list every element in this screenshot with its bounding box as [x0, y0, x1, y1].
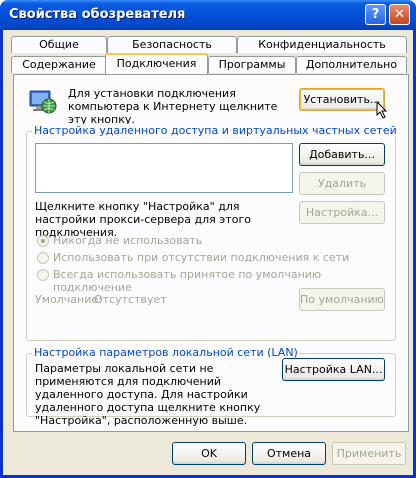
dialup-group-label: Настройка удаленного доступа и виртуальн… — [32, 124, 399, 137]
radio-always-dial-default[interactable] — [37, 269, 49, 281]
internet-options-window: Свойства обозревателя ? ✕ Общие Безопасн… — [0, 0, 416, 478]
window-title: Свойства обозревателя — [9, 7, 186, 22]
radio-dial-when-no-network-label: Использовать при отсутствии подключения … — [53, 251, 350, 264]
lan-settings-button[interactable]: Настройка LAN... — [282, 358, 385, 381]
connection-settings-button[interactable]: Настройка... — [299, 201, 385, 224]
add-connection-button[interactable]: Добавить... — [299, 143, 385, 166]
tab-general[interactable]: Общие — [11, 36, 107, 53]
mouse-cursor-icon — [376, 100, 388, 119]
tab-programs[interactable]: Программы — [208, 56, 296, 73]
close-button[interactable]: ✕ — [389, 4, 410, 25]
setup-description: Для установки подключения компьютера к И… — [68, 87, 278, 126]
radio-never-dial-label: Никогда не использовать — [53, 234, 203, 247]
default-connection-label: Умолчание: — [35, 293, 102, 306]
connections-panel: Для установки подключения компьютера к И… — [13, 74, 409, 432]
remove-connection-button[interactable]: Удалить — [299, 172, 385, 195]
tab-content[interactable]: Содержание — [11, 56, 107, 73]
apply-button[interactable]: Применить — [332, 442, 406, 465]
tab-connections[interactable]: Подключения — [105, 53, 208, 74]
title-bar[interactable]: Свойства обозревателя ? ✕ — [0, 0, 416, 30]
set-default-button[interactable]: По умолчанию — [299, 288, 385, 311]
ok-button[interactable]: OK — [172, 442, 246, 465]
default-connection-value: Отсутствует — [94, 293, 167, 306]
tab-security[interactable]: Безопасность — [107, 36, 237, 53]
tab-privacy[interactable]: Конфиденциальность — [237, 36, 407, 53]
radio-never-dial[interactable] — [37, 235, 49, 247]
network-globe-icon — [28, 87, 58, 117]
setup-button[interactable]: Установить... — [299, 88, 385, 111]
lan-group-label: Настройка параметров локальной сети (LAN… — [32, 346, 300, 359]
cancel-button[interactable]: Отмена — [252, 442, 326, 465]
lan-description: Параметры локальной сети не применяются … — [35, 362, 261, 427]
tab-advanced[interactable]: Дополнительно — [296, 56, 407, 73]
radio-dial-when-no-network[interactable] — [37, 252, 49, 264]
connections-list[interactable] — [35, 143, 293, 193]
help-button[interactable]: ? — [365, 4, 386, 25]
